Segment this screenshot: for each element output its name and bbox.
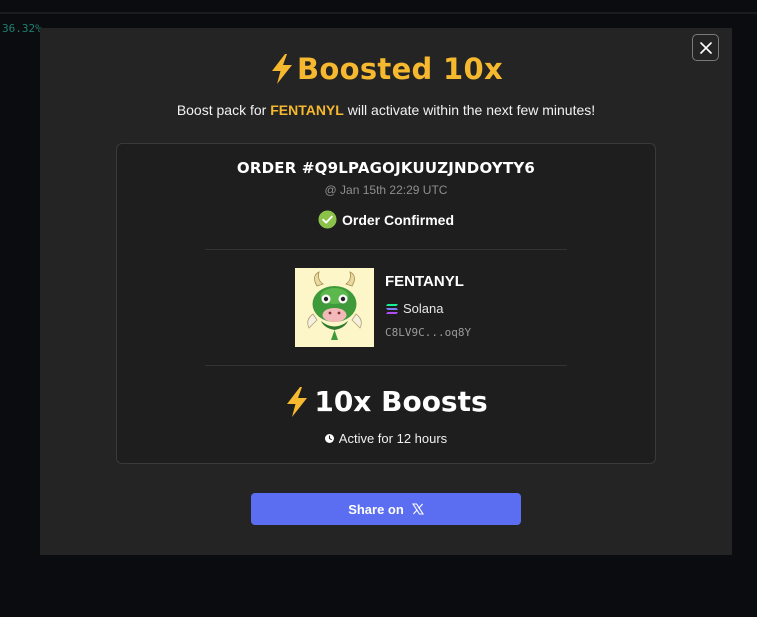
lightning-bolt-icon	[284, 386, 310, 418]
boost-duration-label: Active for 12 hours	[338, 431, 448, 446]
token-address[interactable]: C8LV9C...oq8Y	[385, 326, 471, 339]
boost-duration: Active for 12 hours	[117, 431, 655, 446]
background-chart-line	[0, 12, 757, 14]
subtitle-token-name: FENTANYL	[270, 102, 344, 118]
token-chain: Solana	[385, 301, 443, 316]
boost-amount: 10x Boosts	[117, 385, 655, 418]
lightning-bolt-icon	[269, 53, 295, 85]
share-button-label: Share on	[348, 501, 404, 517]
token-chain-label: Solana	[403, 301, 444, 316]
check-circle-icon	[318, 210, 337, 229]
boost-amount-label: 10x Boosts	[314, 385, 488, 418]
subtitle-suffix: will activate within the next few minute…	[343, 102, 596, 118]
modal-title: Boosted 10x	[40, 52, 732, 86]
order-date: @ Jan 15th 22:29 UTC	[324, 183, 448, 197]
background-ticker-percent: 36.32%	[2, 22, 42, 35]
boost-confirmation-modal: Boosted 10x Boost pack for FENTANYL will…	[40, 28, 732, 555]
solana-icon	[385, 303, 399, 315]
order-status: Order Confirmed	[117, 210, 655, 229]
clock-icon	[324, 434, 334, 443]
modal-title-text: Boosted 10x	[297, 52, 503, 86]
x-logo-icon	[411, 503, 424, 515]
order-id: ORDER #Q9LPAGOJKUUZJNDOYTY6	[236, 159, 536, 177]
order-card: ORDER #Q9LPAGOJKUUZJNDOYTY6 @ Jan 15th 2…	[116, 143, 656, 464]
modal-subtitle: Boost pack for FENTANYL will activate wi…	[40, 102, 732, 118]
token-avatar	[295, 268, 374, 347]
subtitle-prefix: Boost pack for	[176, 102, 271, 118]
share-on-x-button[interactable]: Share on	[251, 493, 521, 525]
token-name: FENTANYL	[385, 273, 464, 290]
divider	[205, 249, 567, 250]
order-status-label: Order Confirmed	[341, 211, 454, 228]
divider	[205, 365, 567, 366]
